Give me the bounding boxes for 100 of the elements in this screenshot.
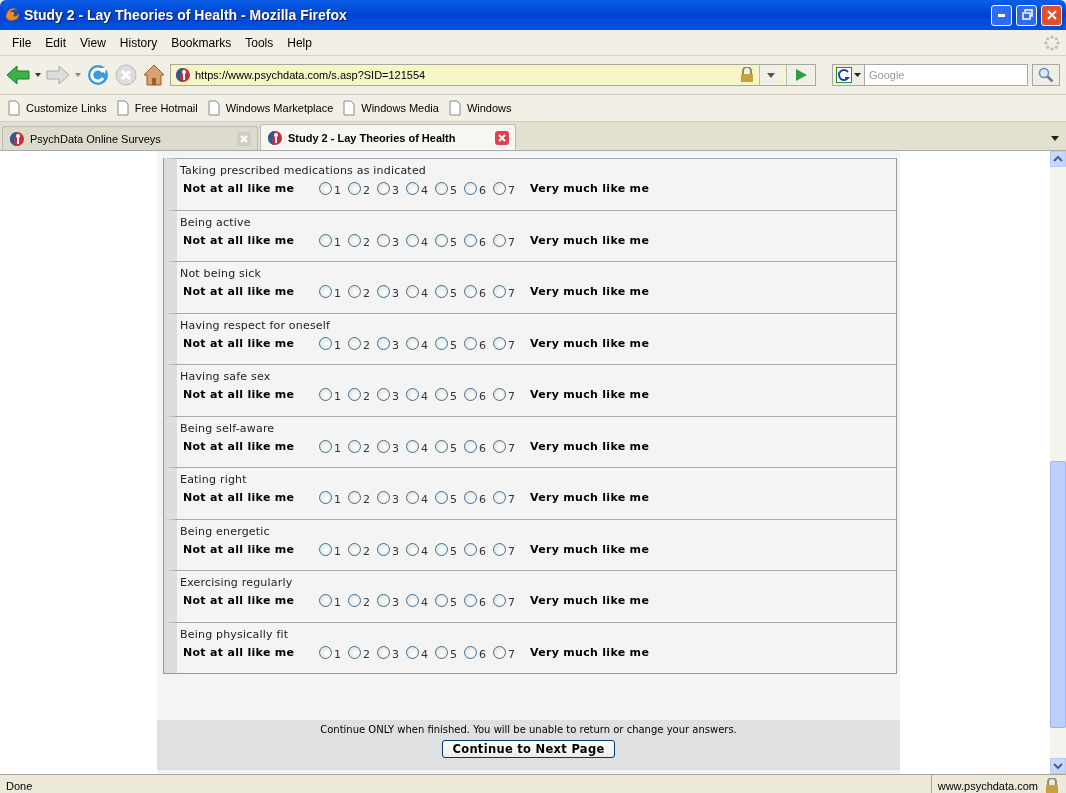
radio-button[interactable] xyxy=(348,336,361,350)
radio-button[interactable] xyxy=(493,285,506,298)
radio-button[interactable] xyxy=(319,542,332,556)
radio-button[interactable] xyxy=(464,182,477,195)
radio-button[interactable] xyxy=(435,285,448,298)
radio-button[interactable] xyxy=(377,388,390,401)
minimize-button[interactable] xyxy=(991,4,1012,26)
bookmark-link[interactable]: Windows xyxy=(466,102,512,114)
radio-button[interactable] xyxy=(319,285,332,298)
radio-button[interactable] xyxy=(319,491,332,504)
radio-button[interactable] xyxy=(319,182,332,195)
browser-tab[interactable]: PsychData Online Surveys xyxy=(2,126,258,150)
restore-button[interactable] xyxy=(1016,4,1037,26)
radio-button[interactable] xyxy=(406,388,419,401)
radio-button[interactable] xyxy=(493,439,506,453)
radio-button[interactable] xyxy=(348,285,361,298)
radio-button[interactable] xyxy=(406,182,419,195)
radio-button[interactable] xyxy=(377,491,390,504)
radio-button[interactable] xyxy=(319,233,332,247)
radio-button[interactable] xyxy=(348,594,361,607)
radio-button[interactable] xyxy=(435,336,448,350)
radio-button[interactable] xyxy=(406,542,419,556)
radio-button[interactable] xyxy=(406,491,419,504)
tab-close-button[interactable] xyxy=(495,130,509,145)
radio-button[interactable] xyxy=(464,233,477,247)
radio-button[interactable] xyxy=(464,336,477,350)
radio-button[interactable] xyxy=(377,233,390,247)
radio-button[interactable] xyxy=(493,182,506,195)
bookmark-link[interactable]: Customize Links xyxy=(26,102,107,114)
radio-button[interactable] xyxy=(435,491,448,504)
radio-button[interactable] xyxy=(377,182,390,195)
option-number: 6 xyxy=(479,184,486,197)
radio-button[interactable] xyxy=(377,336,390,350)
radio-button[interactable] xyxy=(348,491,361,504)
radio-button[interactable] xyxy=(377,285,390,298)
radio-button[interactable] xyxy=(348,439,361,453)
radio-button[interactable] xyxy=(493,542,506,556)
radio-button[interactable] xyxy=(348,233,361,247)
radio-button[interactable] xyxy=(319,439,332,453)
radio-button[interactable] xyxy=(406,594,419,607)
radio-button[interactable] xyxy=(493,388,506,401)
radio-button[interactable] xyxy=(464,285,477,298)
radio-button[interactable] xyxy=(493,491,506,504)
menu-item[interactable]: Help xyxy=(281,35,320,50)
menu-item[interactable]: Edit xyxy=(39,35,75,50)
radio-button[interactable] xyxy=(319,336,332,350)
radio-button[interactable] xyxy=(435,439,448,453)
menu-item[interactable]: Bookmarks xyxy=(165,35,240,50)
radio-button[interactable] xyxy=(319,645,332,659)
radio-button[interactable] xyxy=(377,439,390,453)
radio-button[interactable] xyxy=(493,594,506,607)
radio-button[interactable] xyxy=(464,388,477,401)
address-bar[interactable]: https://www.psychdata.com/s.asp?SID=121554 xyxy=(170,64,816,86)
close-button[interactable] xyxy=(1041,4,1062,26)
radio-button[interactable] xyxy=(319,594,332,607)
search-field[interactable]: Google xyxy=(865,64,1028,86)
search-engine-button[interactable] xyxy=(832,64,865,86)
radio-button[interactable] xyxy=(464,594,477,607)
bookmark-link[interactable]: Windows Marketplace xyxy=(225,102,334,114)
radio-button[interactable] xyxy=(348,645,361,659)
scrollbar-thumb[interactable] xyxy=(1050,461,1066,728)
radio-button[interactable] xyxy=(435,233,448,247)
radio-button[interactable] xyxy=(493,336,506,350)
radio-button[interactable] xyxy=(464,491,477,504)
scale-anchor: Not at all like me xyxy=(183,336,296,350)
page-icon xyxy=(205,100,222,116)
radio-button[interactable] xyxy=(377,645,390,659)
radio-button[interactable] xyxy=(435,594,448,607)
radio-button[interactable] xyxy=(406,439,419,453)
radio-button[interactable] xyxy=(435,645,448,659)
radio-button[interactable] xyxy=(406,285,419,298)
menu-item[interactable]: History xyxy=(113,35,166,50)
search-button[interactable] xyxy=(1032,64,1060,86)
radio-button[interactable] xyxy=(435,388,448,401)
radio-button[interactable] xyxy=(464,439,477,453)
radio-button[interactable] xyxy=(319,388,332,401)
radio-button[interactable] xyxy=(435,182,448,195)
scale-anchor: Not at all like me xyxy=(183,285,296,298)
radio-button[interactable] xyxy=(493,233,506,247)
radio-button[interactable] xyxy=(493,645,506,659)
menu-item[interactable]: File xyxy=(6,35,40,50)
radio-button[interactable] xyxy=(377,542,390,556)
menu-item[interactable]: Tools xyxy=(239,35,282,50)
radio-button[interactable] xyxy=(348,182,361,195)
radio-button[interactable] xyxy=(435,542,448,556)
radio-button[interactable] xyxy=(406,336,419,350)
scrollbar[interactable] xyxy=(1050,151,1066,774)
continue-button[interactable]: Continue to Next Page xyxy=(442,740,615,758)
radio-button[interactable] xyxy=(406,233,419,247)
radio-button[interactable] xyxy=(464,542,477,556)
radio-button[interactable] xyxy=(377,594,390,607)
home-icon xyxy=(142,63,166,87)
radio-button[interactable] xyxy=(348,542,361,556)
radio-button[interactable] xyxy=(464,645,477,659)
radio-button[interactable] xyxy=(406,645,419,659)
browser-tab[interactable]: Study 2 - Lay Theories of Health xyxy=(260,124,516,150)
menu-item[interactable]: View xyxy=(74,35,114,50)
bookmark-link[interactable]: Free Hotmail xyxy=(134,102,198,114)
bookmark-link[interactable]: Windows Media xyxy=(361,102,439,114)
radio-button[interactable] xyxy=(348,388,361,401)
